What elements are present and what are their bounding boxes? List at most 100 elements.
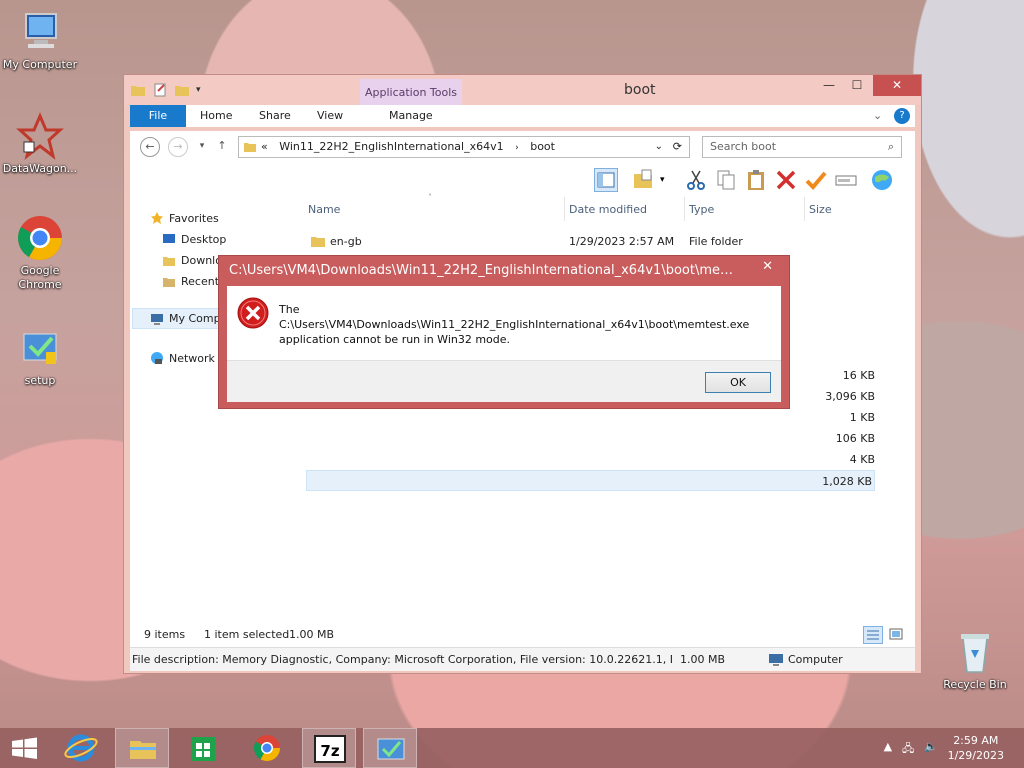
nav-favorites[interactable]: Favorites	[150, 211, 219, 225]
table-row[interactable]: 4 KB	[306, 449, 875, 470]
column-header-name[interactable]: Name	[308, 203, 340, 216]
file-size: 3,096 KB	[825, 390, 875, 403]
copy-icon[interactable]	[714, 168, 738, 192]
recycle-bin-icon	[951, 628, 999, 676]
file-size: 16 KB	[842, 369, 875, 382]
table-row[interactable]: en-gb 1/29/2023 2:57 AM File folder	[306, 231, 875, 252]
minimize-button[interactable]: —	[815, 75, 843, 96]
delete-icon[interactable]	[774, 168, 798, 192]
column-separator	[684, 197, 685, 221]
tab-file[interactable]: File	[130, 105, 186, 127]
ribbon-expand-icon[interactable]: ⌄	[873, 105, 882, 127]
7zip-icon[interactable]: 7z	[302, 728, 356, 768]
chrome-icon[interactable]	[240, 728, 294, 768]
ok-button[interactable]: OK	[705, 372, 771, 393]
computer-icon	[16, 8, 64, 56]
search-icon[interactable]: ⌕	[888, 137, 894, 157]
rename-icon[interactable]	[834, 168, 858, 192]
paste-icon[interactable]	[744, 168, 768, 192]
breadcrumb-prefix[interactable]: «	[261, 140, 268, 153]
checkmark-icon[interactable]	[804, 168, 828, 192]
clock[interactable]: 2:59 AM 1/29/2023	[948, 733, 1004, 763]
folder-icon	[310, 233, 326, 252]
desktop-icon-my-computer[interactable]: My Computer	[0, 8, 80, 72]
column-separator	[804, 197, 805, 221]
up-button[interactable]: ↑	[212, 137, 232, 157]
tab-share[interactable]: Share	[259, 105, 291, 127]
search-input[interactable]: Search boot ⌕	[702, 136, 902, 158]
tab-home[interactable]: Home	[200, 105, 232, 127]
file-size: 1 KB	[849, 411, 875, 424]
network-icon	[150, 351, 164, 365]
cut-icon[interactable]	[684, 168, 708, 192]
show-hidden-icons-icon[interactable]: ▲	[884, 740, 892, 759]
nav-label: Network	[169, 351, 215, 365]
dialog-message-line: application cannot be run in Win32 mode.	[279, 333, 511, 346]
dialog-body: The C:\Users\VM4\Downloads\Win11_22H2_En…	[227, 286, 781, 360]
downloads-icon	[162, 253, 176, 267]
globe-icon[interactable]	[870, 168, 894, 192]
nav-network[interactable]: Network	[150, 351, 215, 365]
back-button[interactable]: ←	[140, 137, 160, 157]
clock-time: 2:59 AM	[953, 734, 999, 747]
desktop-icon-recycle-bin[interactable]: Recycle Bin	[935, 628, 1015, 692]
setup-icon[interactable]	[363, 728, 417, 768]
file-explorer-icon[interactable]	[115, 728, 169, 768]
status-bar: 9 items 1 item selected 1.00 MB	[130, 623, 915, 647]
dialog-footer: OK	[227, 360, 781, 402]
recent-places-icon	[162, 274, 176, 288]
column-header-size[interactable]: Size	[809, 203, 832, 216]
contextual-tab-application-tools: Application Tools	[360, 79, 462, 105]
new-folder-icon[interactable]	[174, 82, 190, 98]
network-icon[interactable]: 🖧	[902, 740, 914, 759]
breadcrumb-separator-icon: ›	[515, 143, 519, 153]
address-dropdown-icon[interactable]: ⌄	[655, 137, 663, 157]
folder-icon[interactable]	[130, 82, 146, 98]
table-row[interactable]: 106 KB	[306, 428, 875, 449]
internet-explorer-icon[interactable]	[54, 728, 108, 768]
forward-button[interactable]: →	[168, 137, 188, 157]
chevron-down-icon[interactable]: ▾	[196, 82, 212, 98]
address-bar[interactable]: « Win11_22H2_EnglishInternational_x64v1 …	[238, 136, 690, 158]
dialog-title: C:\Users\VM4\Downloads\Win11_22H2_Englis…	[229, 263, 745, 278]
details-view-icon[interactable]	[863, 626, 883, 644]
desktop-icon-label: setup	[24, 374, 56, 387]
properties-icon[interactable]	[152, 82, 168, 98]
computer-icon	[150, 312, 164, 326]
nav-desktop[interactable]: Desktop	[162, 232, 226, 246]
maximize-button[interactable]: ☐	[843, 75, 871, 96]
preview-pane-icon[interactable]	[594, 168, 618, 192]
column-header-type[interactable]: Type	[689, 203, 714, 216]
column-separator	[564, 197, 565, 221]
recent-locations-button[interactable]: ▾	[192, 137, 212, 157]
selection-size: 1.00 MB	[289, 628, 335, 641]
file-type: File folder	[689, 235, 743, 248]
dialog-message: The C:\Users\VM4\Downloads\Win11_22H2_En…	[279, 302, 773, 347]
column-header-date[interactable]: Date modified	[569, 203, 647, 216]
details-bar: File description: Memory Diagnostic, Com…	[130, 647, 915, 671]
refresh-icon[interactable]: ⟳	[673, 137, 682, 157]
tab-manage[interactable]: Manage	[389, 105, 433, 127]
volume-icon[interactable]: 🔈	[924, 740, 938, 759]
chevron-down-icon[interactable]: ▾	[660, 168, 670, 192]
selection-count: 1 item selected	[204, 628, 290, 641]
dialog-close-icon[interactable]: ✕	[762, 259, 773, 274]
ribbon-tabs: File Home Share View Manage ⌄ ?	[130, 105, 915, 127]
desktop-icon-setup[interactable]: setup	[0, 324, 80, 388]
desktop-icon-datawagon[interactable]: DataWagon...	[0, 112, 80, 176]
tab-view[interactable]: View	[317, 105, 343, 127]
start-icon[interactable]	[0, 728, 50, 768]
table-row[interactable]: 1 KB	[306, 407, 875, 428]
desktop-icon-label: Recycle Bin	[943, 678, 1007, 691]
breadcrumb-segment[interactable]: boot	[530, 140, 555, 153]
store-icon[interactable]	[176, 728, 230, 768]
help-icon[interactable]: ?	[894, 108, 910, 124]
table-row-selected[interactable]: 1,028 KB	[306, 470, 875, 491]
breadcrumb-segment[interactable]: Win11_22H2_EnglishInternational_x64v1	[279, 140, 503, 153]
desktop-icon-chrome[interactable]: Google Chrome	[0, 214, 80, 292]
properties-icon[interactable]	[632, 168, 656, 192]
close-button[interactable]: ✕	[873, 75, 921, 96]
svg-text:7z: 7z	[320, 742, 339, 760]
large-icons-view-icon[interactable]	[887, 626, 907, 644]
command-toolbar: ▾	[130, 163, 915, 197]
